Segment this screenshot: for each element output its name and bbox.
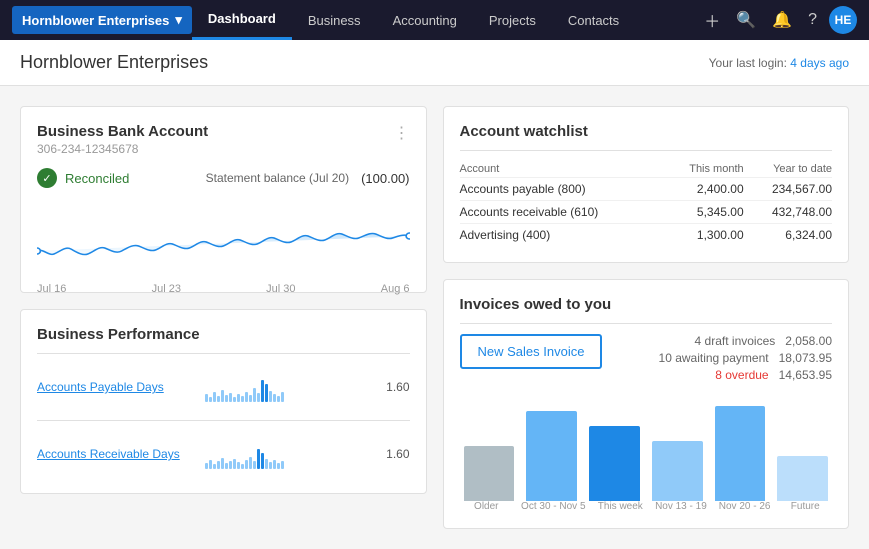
bar-older [464, 446, 515, 501]
perf-row-receivable: Accounts Receivable Days [37, 431, 410, 477]
watchlist-row-1: Accounts payable (800) 2,400.00 234,567.… [460, 178, 833, 201]
col-year-to-date: Year to date [744, 161, 832, 178]
col-account: Account [460, 161, 664, 178]
brand-label: Hornblower Enterprises [22, 13, 169, 28]
bar-thisweek-fill [589, 426, 640, 501]
watchlist-month-3: 1,300.00 [664, 224, 744, 247]
help-icon[interactable]: ? [804, 7, 821, 33]
bank-account-number: 306-234-12345678 [37, 142, 208, 156]
bank-account-title: Business Bank Account [37, 123, 208, 140]
watchlist-account-1: Accounts payable (800) [460, 178, 664, 201]
bar-label-oct30: Oct 30 - Nov 5 [521, 501, 585, 512]
chart-labels: Jul 16 Jul 23 Jul 30 Aug 6 [37, 283, 410, 295]
bar-label-future: Future [782, 501, 828, 512]
bar-chart-labels: Older Oct 30 - Nov 5 This week Nov 13 - … [460, 501, 833, 512]
bar-oct30-fill [526, 411, 577, 501]
invoices-title: Invoices owed to you [460, 296, 833, 313]
watchlist-account-3: Advertising (400) [460, 224, 664, 247]
reconciled-label: Reconciled [65, 171, 129, 186]
bank-chart: Jul 16 Jul 23 Jul 30 Aug 6 [37, 196, 410, 276]
col-this-month: This month [664, 161, 744, 178]
last-login-label: Your last login: [709, 56, 787, 70]
chart-label-4: Aug 6 [381, 283, 410, 295]
stat-label-awaiting: 10 awaiting payment [659, 351, 769, 365]
perf-value-receivable: 1.60 [380, 447, 410, 461]
chart-label-1: Jul 16 [37, 283, 66, 295]
invoice-stat-draft: 4 draft invoices 2,058.00 [618, 334, 832, 348]
watchlist-ytd-3: 6,324.00 [744, 224, 832, 247]
stat-value-overdue: 14,653.95 [779, 368, 832, 382]
nav-item-business[interactable]: Business [292, 0, 377, 40]
main-content: Business Bank Account 306-234-12345678 ⋮… [0, 86, 869, 549]
bar-label-older: Older [464, 501, 510, 512]
brand-button[interactable]: Hornblower Enterprises ▾ [12, 6, 192, 34]
reconciled-checkmark-icon: ✓ [37, 168, 57, 188]
watchlist-ytd-2: 432,748.00 [744, 201, 832, 224]
bell-icon[interactable]: 🔔 [768, 6, 796, 34]
bar-nov20 [715, 406, 766, 501]
chart-label-3: Jul 30 [266, 283, 295, 295]
perf-bars-receivable [205, 439, 372, 469]
invoices-bar-chart-wrapper: Older Oct 30 - Nov 5 This week Nov 13 - … [460, 401, 833, 512]
search-icon[interactable]: 🔍 [732, 6, 760, 34]
bar-label-thisweek: This week [598, 501, 644, 512]
nav-right: ＋ 🔍 🔔 ? HE [700, 4, 857, 36]
watchlist-month-1: 2,400.00 [664, 178, 744, 201]
avatar[interactable]: HE [829, 6, 857, 34]
stat-label-overdue: 8 overdue [715, 368, 768, 382]
watchlist-title: Account watchlist [460, 123, 833, 140]
nav-item-contacts[interactable]: Contacts [552, 0, 635, 40]
chart-label-2: Jul 23 [152, 283, 181, 295]
watchlist-row-2: Accounts receivable (610) 5,345.00 432,7… [460, 201, 833, 224]
invoices-card: Invoices owed to you New Sales Invoice 4… [443, 279, 850, 529]
bar-label-nov20: Nov 20 - 26 [719, 501, 771, 512]
bar-oct30 [526, 411, 577, 501]
watchlist-account-2: Accounts receivable (610) [460, 201, 664, 224]
plus-icon[interactable]: ＋ [700, 4, 724, 36]
nav-items: Dashboard Business Accounting Projects C… [192, 0, 700, 40]
perf-label-payable[interactable]: Accounts Payable Days [37, 380, 197, 394]
nav-item-projects[interactable]: Projects [473, 0, 552, 40]
stat-value-awaiting: 18,073.95 [779, 351, 832, 365]
watchlist-row-3: Advertising (400) 1,300.00 6,324.00 [460, 224, 833, 247]
page-header: Hornblower Enterprises Your last login: … [0, 40, 869, 86]
perf-bars-payable [205, 372, 372, 402]
brand-caret-icon: ▾ [175, 12, 182, 28]
bank-account-card: Business Bank Account 306-234-12345678 ⋮… [20, 106, 427, 293]
invoice-stats: 4 draft invoices 2,058.00 10 awaiting pa… [618, 334, 832, 385]
statement-label: Statement balance (Jul 20) [206, 171, 349, 185]
page-title: Hornblower Enterprises [20, 52, 208, 73]
navigation: Hornblower Enterprises ▾ Dashboard Busin… [0, 0, 869, 40]
nav-item-accounting[interactable]: Accounting [377, 0, 473, 40]
last-login: Your last login: 4 days ago [709, 56, 849, 70]
watchlist-month-2: 5,345.00 [664, 201, 744, 224]
watchlist-ytd-1: 234,567.00 [744, 178, 832, 201]
invoice-top: New Sales Invoice 4 draft invoices 2,058… [460, 334, 833, 385]
bar-thisweek [589, 426, 640, 501]
invoices-bar-chart [460, 401, 833, 501]
perf-value-payable: 1.60 [380, 380, 410, 394]
bar-label-nov13: Nov 13 - 19 [655, 501, 707, 512]
business-performance-card: Business Performance Accounts Payable Da… [20, 309, 427, 494]
new-invoice-button[interactable]: New Sales Invoice [460, 334, 603, 369]
nav-item-dashboard[interactable]: Dashboard [192, 0, 292, 40]
more-options-icon[interactable]: ⋮ [394, 123, 410, 143]
invoice-stat-awaiting: 10 awaiting payment 18,073.95 [618, 351, 832, 365]
bar-nov13 [652, 441, 703, 501]
bar-older-fill [464, 446, 515, 501]
bar-nov13-fill [652, 441, 703, 501]
bar-future-fill [777, 456, 828, 501]
watchlist-table: Account This month Year to date Accounts… [460, 161, 833, 246]
perf-label-receivable[interactable]: Accounts Receivable Days [37, 447, 197, 461]
performance-title: Business Performance [37, 326, 410, 343]
bar-future [777, 456, 828, 501]
invoice-stat-overdue: 8 overdue 14,653.95 [618, 368, 832, 382]
stat-value-draft: 2,058.00 [785, 334, 832, 348]
balance-amount: (100.00) [361, 171, 409, 186]
account-watchlist-card: Account watchlist Account This month Yea… [443, 106, 850, 263]
last-login-link[interactable]: 4 days ago [790, 56, 849, 70]
stat-label-draft: 4 draft invoices [695, 334, 776, 348]
bar-nov20-fill [715, 406, 766, 501]
perf-row-payable: Accounts Payable Days [37, 364, 410, 410]
